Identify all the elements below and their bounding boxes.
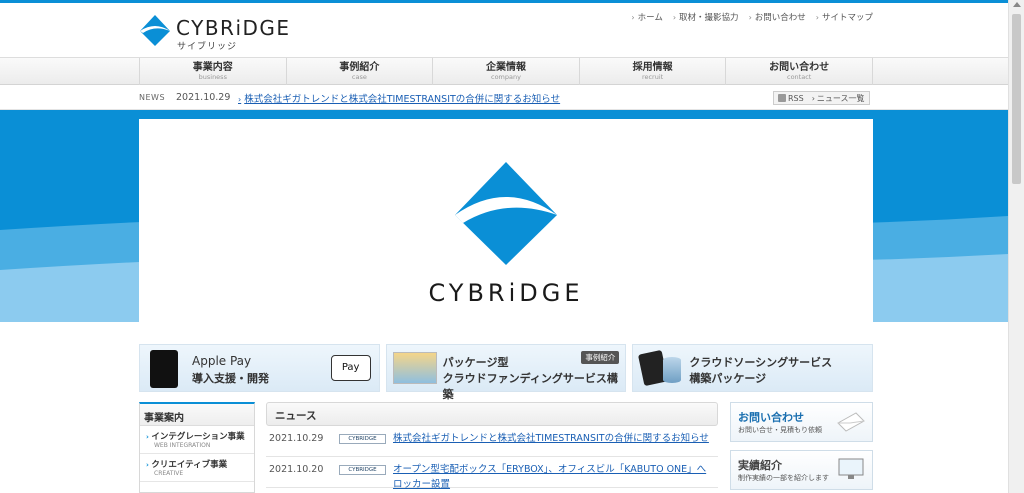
news-ticker-date: 2021.10.29 [176, 92, 231, 103]
util-contact-link[interactable]: › お問い合わせ [748, 11, 806, 24]
news-item: 2021.10.29 CYBRIDGE 株式会社ギガトレンドと株式会社TIMES… [266, 426, 718, 457]
service-banners: Apple Pay 導入支援・開発 Pay パッケージ型 クラウドファンディング… [139, 344, 874, 401]
news-list-button[interactable]: › ニュース一覧 [808, 92, 869, 104]
nav-business[interactable]: 事業内容 business [139, 58, 286, 85]
logo-text: CYBRiDGE [176, 16, 291, 40]
contact-banner[interactable]: お問い合わせ お問い合せ・見積もり依頼 [730, 402, 873, 442]
cybridge-logo-icon [140, 15, 170, 46]
website-thumbnail [392, 352, 437, 384]
sidebar-title: 事業案内 [140, 404, 254, 426]
arrow-right-icon: › [815, 12, 819, 22]
arrow-right-icon: › [238, 95, 242, 104]
nav-contact[interactable]: お問い合わせ contact [725, 58, 873, 85]
utility-nav: › ホーム › 取材・撮影協力 › お問い合わせ › サイトマップ [631, 11, 873, 24]
news-section: ニュース 2021.10.29 CYBRIDGE 株式会社ギガトレンドと株式会社… [266, 402, 718, 493]
case-tag: 事例紹介 [581, 351, 620, 364]
sidebar-item-creative[interactable]: › クリエイティブ事業 CREATIVE [140, 454, 254, 482]
util-press-link[interactable]: › 取材・撮影協力 [672, 11, 739, 24]
nav-case[interactable]: 事例紹介 case [285, 58, 433, 85]
util-sitemap-link[interactable]: › サイトマップ [815, 11, 873, 24]
news-heading: ニュース [266, 402, 718, 426]
news-ticker: NEWS 2021.10.29 › 株式会社ギガトレンドと株式会社TIMESTRA… [0, 86, 1008, 110]
arrow-right-icon: › [631, 12, 635, 22]
scroll-up-icon[interactable] [1013, 2, 1021, 7]
logo-subtext: サイブリッジ [177, 42, 238, 52]
arrow-right-icon: › [748, 12, 752, 22]
rss-button[interactable]: RSS [774, 92, 808, 104]
category-badge: CYBRIDGE [339, 434, 386, 444]
cybridge-logo-icon [455, 162, 557, 265]
util-home-link[interactable]: › ホーム [631, 11, 662, 24]
scrollbar-thumb[interactable] [1012, 14, 1021, 184]
nav-company[interactable]: 企業情報 company [432, 58, 579, 85]
hero-section: CYBRiDGE [0, 110, 1008, 322]
news-tools: RSS › ニュース一覧 [773, 91, 870, 105]
banner-crowdsourcing[interactable]: クラウドソーシングサービス 構築パッケージ [632, 344, 874, 392]
nav-recruit[interactable]: 採用情報 recruit [578, 58, 726, 85]
hero-logo-card: CYBRiDGE [139, 119, 873, 322]
vertical-scrollbar[interactable] [1008, 0, 1024, 493]
right-column: お問い合わせ お問い合せ・見積もり依頼 実績紹介 制作実績の一部を紹介します [730, 402, 873, 493]
iphone-icon [150, 350, 178, 388]
works-banner[interactable]: 実績紹介 制作実績の一部を紹介します [730, 450, 873, 490]
database-icon [663, 357, 682, 383]
global-nav: 事業内容 business 事例紹介 case 企業情報 company 採用情報 re… [0, 57, 1008, 85]
arrow-right-icon: › [672, 12, 677, 22]
sidebar-item-integration[interactable]: › インテグレーション事業 WEB INTEGRATION [140, 426, 254, 454]
monitor-icon [838, 458, 864, 479]
rss-icon [778, 94, 786, 102]
news-item-link[interactable]: オープン型宅配ボックス「ERYBOX」、オフィスビル「KABUTO ONE」へロ… [393, 462, 715, 492]
banner-apple-pay[interactable]: Apple Pay 導入支援・開発 Pay [139, 344, 380, 392]
envelope-icon [837, 412, 865, 432]
banner-crowdfunding[interactable]: パッケージ型 クラウドファンディングサービス構築 事例紹介 [385, 344, 627, 401]
apple-pay-icon: Pay [330, 355, 371, 381]
news-item-link[interactable]: 株式会社ギガトレンドと株式会社TIMESTRANSITの合併に関するお知らせ [393, 431, 715, 446]
site-logo[interactable]: CYBRiDGE サイブリッジ [139, 13, 291, 52]
news-ticker-link[interactable]: › 株式会社ギガトレンドと株式会社TIMESTRANSITの合併に関するお知らせ [238, 91, 560, 105]
news-item: 2021.10.20 CYBRIDGE オープン型宅配ボックス「ERYBOX」、… [266, 457, 718, 490]
news-label: NEWS [139, 93, 166, 102]
hero-logo-text: CYBRiDGE [428, 279, 584, 307]
category-badge: CYBRIDGE [339, 465, 386, 475]
arrow-right-icon: › [811, 93, 815, 103]
site-header: CYBRiDGE サイブリッジ › ホーム › 取材・撮影協力 › お問い合わせ › サ… [0, 3, 1008, 58]
sidebar-business: 事業案内 › インテグレーション事業 WEB INTEGRATION › クリエ… [139, 402, 255, 493]
